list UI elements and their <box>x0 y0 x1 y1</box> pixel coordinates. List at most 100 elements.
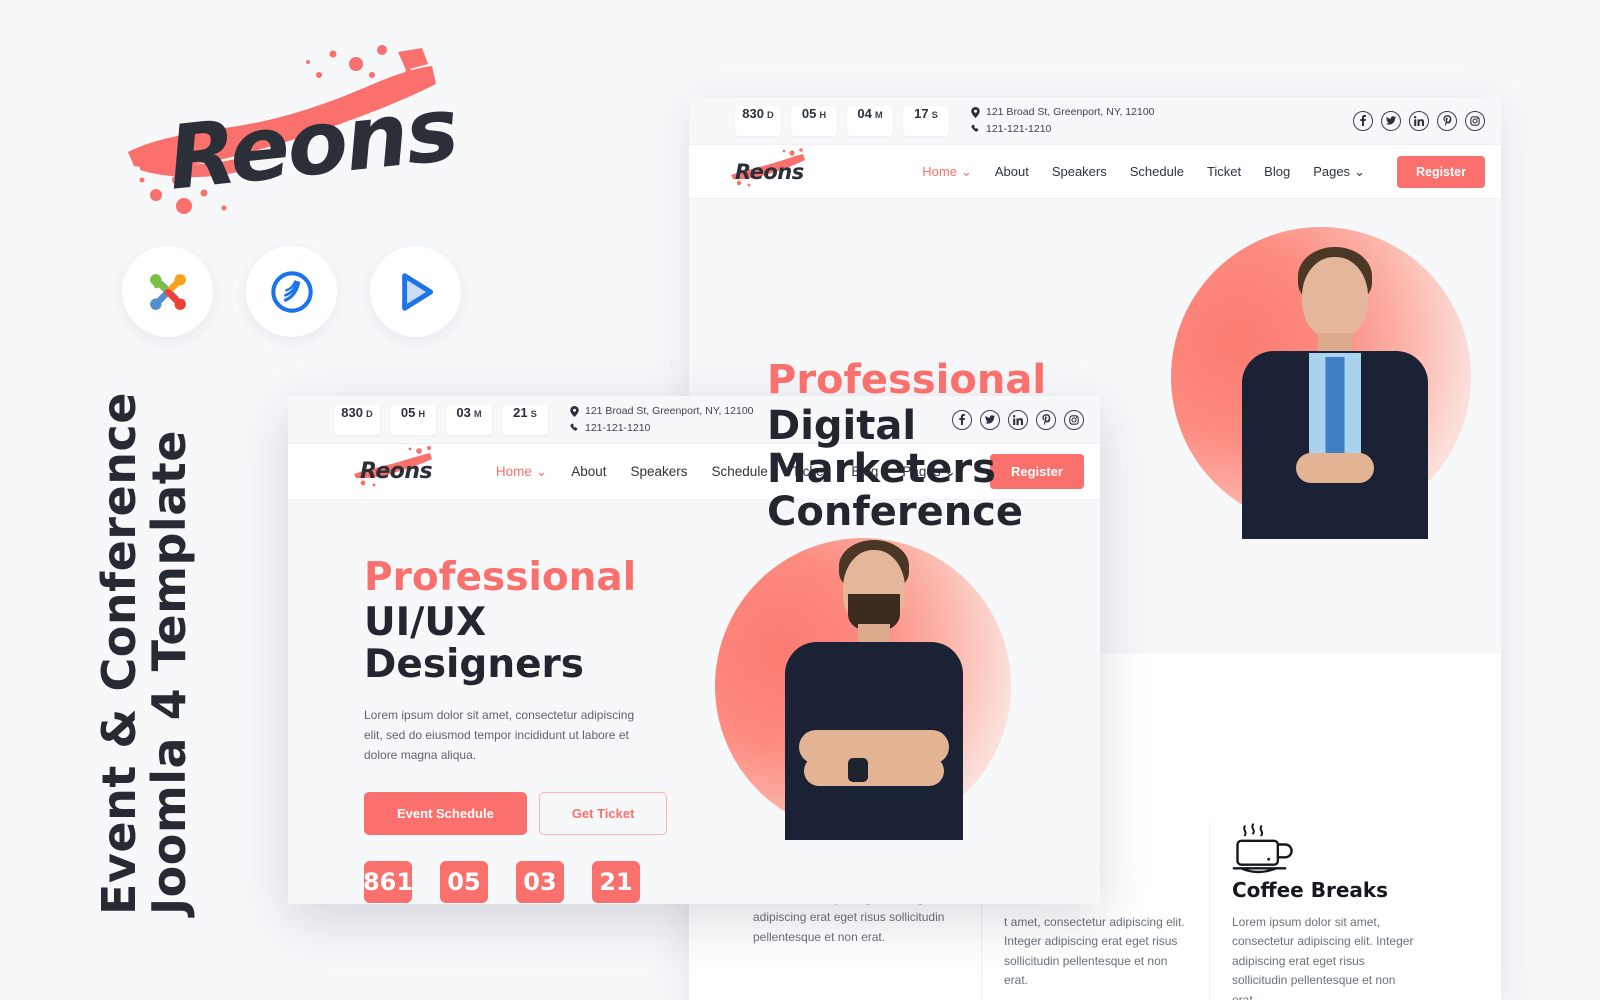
nav-item-home[interactable]: Home ⌄ <box>922 164 972 180</box>
get-ticket-button[interactable]: Get Ticket <box>538 791 668 835</box>
countdown-chip: 05 H <box>791 105 837 136</box>
wristwatch <box>848 758 868 782</box>
phone-text: 121-121-1210 <box>585 421 651 434</box>
topbar-back: 830 D 05 H 04 M 17 S 121 Broad St, Greenport… <box>689 97 1501 145</box>
hero-title-line-2-back: Conference <box>767 489 1024 536</box>
map-pin-icon <box>971 106 980 118</box>
hero-buttons: Event Schedule Get Ticket <box>364 791 668 835</box>
countdown-chip: 830 D <box>334 404 380 435</box>
address-text: 121 Broad St, Greenport, NY, 12100 <box>986 106 1155 119</box>
countdown-chip-unit: H <box>819 109 827 120</box>
nav-item-ticket[interactable]: Ticket <box>1207 164 1241 179</box>
countdown-chip-value: 21 <box>513 404 528 420</box>
navbar-logo-text-front: Reons <box>360 459 433 484</box>
countdown-chip-value: 17 <box>914 105 929 121</box>
navbar-logo-text-back: Reons <box>735 159 804 184</box>
countdown-box: 861 Days <box>363 860 413 904</box>
sp-page-builder-icon <box>370 246 461 337</box>
promo-composition: Reons Event & Conference Joomla 4 Templa… <box>0 0 1600 1000</box>
countdown-chip: 04 M <box>847 105 893 136</box>
countdown-chip-unit: M <box>473 408 482 419</box>
tech-badges <box>122 246 461 337</box>
event-schedule-button[interactable]: Event Schedule <box>364 791 527 835</box>
countdown-box-value: 05 <box>440 860 488 903</box>
nav-item-pages[interactable]: Pages ⌄ <box>1313 164 1365 180</box>
countdown-box: 05 Hours <box>440 860 488 904</box>
countdown-chip-unit: M <box>874 109 883 120</box>
helix-framework-icon <box>246 246 337 337</box>
register-button-back[interactable]: Register <box>1396 155 1485 188</box>
nav-item-speakers[interactable]: Speakers <box>630 464 687 479</box>
hero-title-front: UI/UX Designers <box>364 599 584 688</box>
countdown-chip-value: 04 <box>857 105 872 121</box>
coffee-cup-icon <box>1232 822 1415 878</box>
hero-section-back: Professional Digital Marketers Conferenc… <box>689 199 1501 654</box>
hero-description-front: Lorem ipsum dolor sit amet, consectetur … <box>364 708 635 762</box>
hero-copy-back: Professional Digital Marketers Conferenc… <box>689 199 1119 654</box>
promo-vertical-line-2: Joomla 4 Template <box>142 430 196 915</box>
navbar-logo-back[interactable]: Reons <box>731 147 805 186</box>
countdown-chips-front: 830 D 05 H 03 M 21 S <box>334 404 548 435</box>
feature-card-text: t amet, consectetur adipiscing elit. Int… <box>1004 915 1185 988</box>
countdown-chip: 830 D <box>735 105 781 136</box>
hero-eyebrow-front: Professional <box>364 555 637 600</box>
countdown-box-value: 03 <box>516 860 564 903</box>
speaker-photo-suit <box>1230 239 1440 539</box>
nav-item-schedule[interactable]: Schedule <box>1130 164 1184 179</box>
address-line: 121 Broad St, Greenport, NY, 12100 <box>971 104 1155 120</box>
hero-photo-back <box>1157 209 1487 539</box>
chevron-down-icon: ⌄ <box>960 163 972 179</box>
countdown-chip-value: 03 <box>456 404 471 420</box>
countdown-chip: 03 M <box>446 404 492 435</box>
feature-card[interactable]: Coffee Breaks Lorem ipsum dolor sit amet… <box>1209 822 1437 1000</box>
linkedin-icon[interactable] <box>1409 110 1429 131</box>
hero-title-line-1-back: Digital Marketers <box>767 403 996 493</box>
countdown-box-value: 21 <box>592 860 640 903</box>
feature-card-text: Lorem ipsum dolor sit amet, consectetur … <box>1232 915 1414 1000</box>
map-pin-icon <box>570 405 579 417</box>
navbar-back: Reons Home ⌄ About Speakers Schedule Tick… <box>689 145 1501 199</box>
promo-vertical-line-1: Event & Conference <box>92 392 146 915</box>
countdown-chip: 05 H <box>390 404 436 435</box>
countdown-box-value: 861 <box>363 860 413 903</box>
nav-item-home[interactable]: Home ⌄ <box>496 464 547 480</box>
countdown-chip-value: 830 <box>341 404 363 420</box>
hero-copy-front: Professional UI/UX Designers Lorem ipsum… <box>288 500 668 904</box>
facebook-icon[interactable] <box>1353 110 1373 131</box>
brand-logo: Reons <box>120 40 461 215</box>
hero-eyebrow-back: Professional <box>767 357 1047 403</box>
countdown-chip-unit: D <box>365 408 373 419</box>
phone-icon <box>971 124 979 132</box>
countdown-box: 03 Minutes <box>516 860 564 904</box>
navbar-logo-front[interactable]: Reons <box>354 446 433 487</box>
countdown-boxes: 861 Days 05 Hours 03 Minutes 21 Seconds <box>363 860 640 904</box>
phone-icon <box>570 423 578 431</box>
contact-info-back: 121 Broad St, Greenport, NY, 12100 121-1… <box>971 104 1155 137</box>
instagram-icon[interactable] <box>1465 110 1485 131</box>
countdown-chip-unit: H <box>418 408 426 419</box>
countdown-chip-unit: D <box>766 109 774 120</box>
pinterest-icon[interactable] <box>1437 110 1457 131</box>
promo-vertical-text: Event & Conference Joomla 4 Template <box>92 392 196 915</box>
phone-text: 121-121-1210 <box>986 122 1052 135</box>
nav-item-speakers[interactable]: Speakers <box>1052 164 1107 179</box>
countdown-chip: 21 S <box>502 404 548 435</box>
nav-item-blog[interactable]: Blog <box>1264 164 1290 179</box>
social-links-back <box>1353 110 1485 131</box>
chevron-down-icon: ⌄ <box>1354 163 1365 179</box>
countdown-chip-value: 05 <box>400 404 416 420</box>
phone-line: 121-121-1210 <box>971 121 1155 137</box>
feature-card-title: Coffee Breaks <box>1232 878 1389 902</box>
twitter-icon[interactable] <box>1381 110 1401 131</box>
nav-item-about[interactable]: About <box>571 464 606 479</box>
countdown-chips-back: 830 D 05 H 04 M 17 S <box>735 105 949 136</box>
chevron-down-icon: ⌄ <box>535 463 548 479</box>
countdown-chip-value: 05 <box>801 105 817 121</box>
nav-links-back: Home ⌄ About Speakers Schedule Ticket Blo… <box>922 155 1485 188</box>
joomla-icon <box>122 246 213 337</box>
countdown-chip-unit: S <box>931 109 938 120</box>
countdown-chip-unit: S <box>530 408 537 419</box>
nav-item-about[interactable]: About <box>995 164 1029 179</box>
countdown-chip-value: 830 <box>742 105 764 121</box>
countdown-chip: 17 S <box>903 105 949 136</box>
